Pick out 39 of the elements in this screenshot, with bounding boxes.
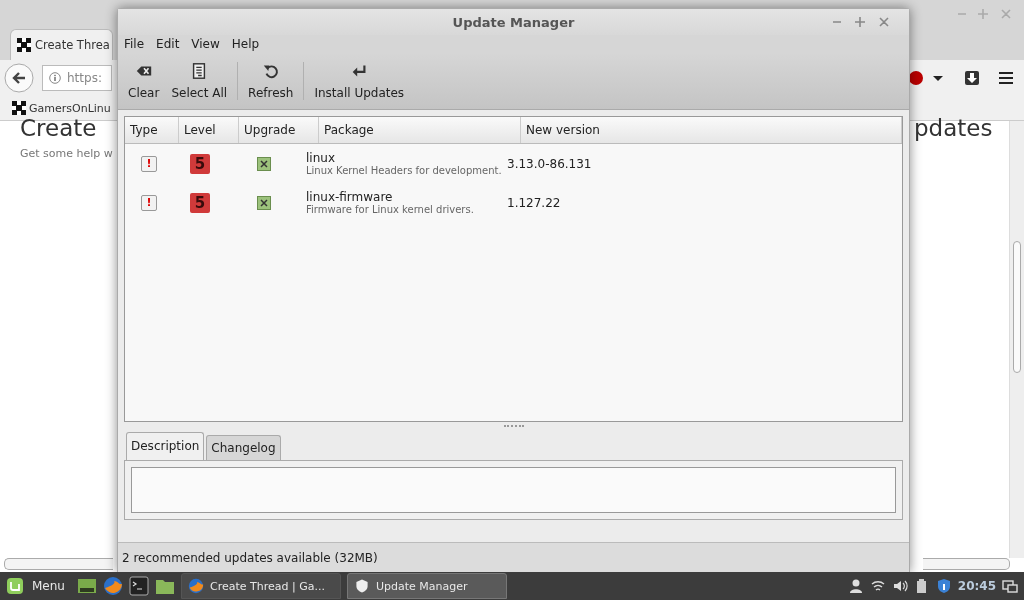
- package-name: linux: [306, 151, 335, 165]
- menu-item[interactable]: Edit: [156, 37, 180, 51]
- toolbar-button[interactable]: Install Updates: [308, 58, 411, 104]
- package-description: Firmware for Linux kernel drivers.: [306, 204, 474, 215]
- menu-item[interactable]: View: [191, 37, 220, 51]
- version-text: 3.13.0-86.131: [506, 156, 593, 171]
- toolbar-button[interactable]: Select All: [165, 58, 234, 104]
- toolbar-button[interactable]: Refresh: [242, 58, 300, 104]
- menu-button[interactable]: Menu: [6, 577, 71, 595]
- address-field[interactable]: https:: [42, 65, 112, 91]
- type-badge: !: [141, 194, 157, 211]
- column-header[interactable]: Upgrade: [239, 117, 319, 143]
- package-name: linux-firmware: [306, 190, 393, 204]
- tab[interactable]: Description: [126, 432, 205, 460]
- level-badge: 5: [190, 153, 210, 174]
- status-text: 2 recommended updates available (32MB): [122, 551, 378, 565]
- package-description: Linux Kernel Headers for development.: [306, 165, 502, 176]
- page-heading: pdates: [914, 115, 993, 141]
- taskbar-window-button[interactable]: Update Manager: [346, 573, 507, 599]
- version-text: 1.127.22: [506, 195, 562, 210]
- browser-tab[interactable]: Create Threa: [10, 29, 113, 60]
- tab[interactable]: Changelog: [206, 435, 281, 460]
- url-text: https:: [67, 71, 102, 85]
- taskbar-window-button[interactable]: Create Thread | Ga...: [180, 573, 341, 599]
- page-heading: Create: [20, 115, 98, 141]
- column-header[interactable]: Type: [125, 117, 179, 143]
- clock[interactable]: 20:45: [957, 579, 996, 593]
- level-badge: 5: [190, 192, 210, 213]
- menu-item[interactable]: Help: [231, 37, 260, 51]
- column-header[interactable]: Level: [179, 117, 239, 143]
- column-header[interactable]: New version: [521, 117, 902, 143]
- type-badge: !: [141, 155, 157, 172]
- menu-item[interactable]: File: [124, 37, 145, 51]
- tab-title: Create Threa: [35, 38, 110, 52]
- toolbar-button[interactable]: Clear: [122, 58, 166, 104]
- window-title: Update Manager: [452, 14, 575, 30]
- column-header[interactable]: Package: [319, 117, 521, 143]
- page-subheading: Get some help w: [20, 147, 113, 160]
- bookmark[interactable]: GamersOnLinu: [29, 101, 111, 115]
